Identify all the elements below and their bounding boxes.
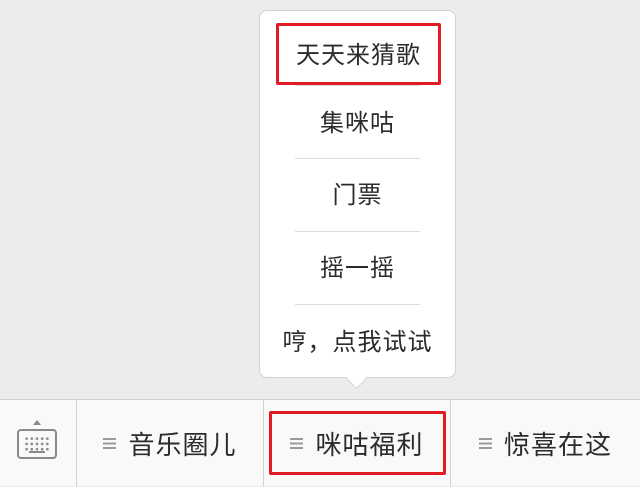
tab-migu-welfare[interactable]: 咪咕福利 bbox=[264, 400, 450, 486]
tab-label: 音乐圈儿 bbox=[128, 430, 237, 461]
submenu-divider bbox=[295, 85, 420, 86]
tab-label: 咪咕福利 bbox=[315, 430, 424, 461]
tab-surprise-here[interactable]: 惊喜在这 bbox=[451, 400, 640, 486]
keyboard-icon bbox=[17, 429, 57, 459]
submenu-item-collect-migu[interactable]: 集咪咕 bbox=[260, 87, 455, 159]
submenu-item-shake[interactable]: 摇一摇 bbox=[260, 232, 455, 304]
tab-label: 惊喜在这 bbox=[503, 430, 612, 461]
submenu-item-tickets[interactable]: 门票 bbox=[260, 159, 455, 231]
submenu-item-try-me[interactable]: 哼，点我试试 bbox=[260, 306, 455, 378]
submenu-divider bbox=[295, 304, 420, 305]
menu-lines-icon bbox=[103, 437, 117, 449]
tab-music-circle[interactable]: 音乐圈儿 bbox=[77, 400, 263, 486]
submenu-popup: 天天来猜歌 集咪咕 门票 摇一摇 哼，点我试试 bbox=[259, 10, 456, 378]
submenu-item-guess-song[interactable]: 天天来猜歌 bbox=[276, 23, 441, 85]
bottom-menu-bar: 音乐圈儿 咪咕福利 惊喜在这 bbox=[0, 399, 640, 487]
menu-lines-icon bbox=[478, 437, 492, 449]
caret-up-icon bbox=[33, 420, 41, 425]
menu-lines-icon bbox=[290, 437, 304, 449]
keyboard-toggle-button[interactable] bbox=[0, 400, 76, 486]
